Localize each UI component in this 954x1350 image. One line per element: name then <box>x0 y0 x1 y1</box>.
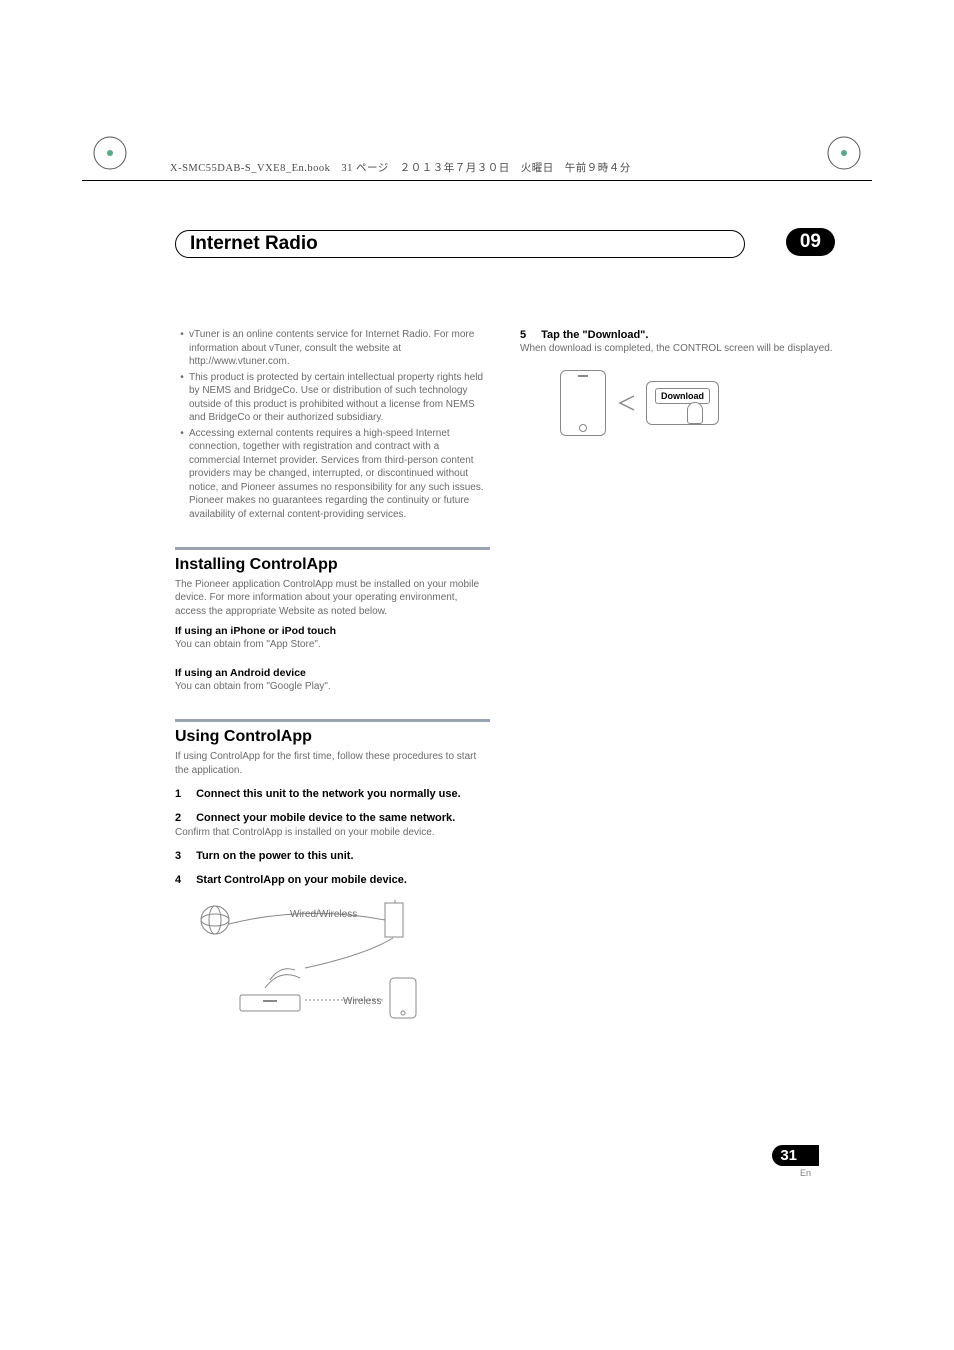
illus-label-wireless: Wireless <box>343 995 381 1009</box>
sub-android-text: You can obtain from "Google Play". <box>175 680 490 694</box>
bullet-icon: • <box>175 371 189 425</box>
phone-icon <box>560 370 606 436</box>
bullet-text: Accessing external contents requires a h… <box>189 427 490 522</box>
bullet-icon: • <box>175 328 189 369</box>
sub-android-title: If using an Android device <box>175 666 490 680</box>
step-5: 5 Tap the "Download". <box>520 328 835 342</box>
sub-iphone-title: If using an iPhone or iPod touch <box>175 624 490 638</box>
step-num: 5 <box>520 328 538 342</box>
step-2-note: Confirm that ControlApp is installed on … <box>175 826 490 840</box>
print-header-rule <box>82 180 872 181</box>
chapter-number: 09 <box>786 228 835 256</box>
step-num: 4 <box>175 873 193 887</box>
arrow-left-icon <box>616 388 636 418</box>
chapter-title: Internet Radio <box>175 230 745 258</box>
bullet-item: • This product is protected by certain i… <box>175 371 490 425</box>
chapter-header: Internet Radio 09 <box>175 230 835 258</box>
step-text: Turn on the power to this unit. <box>196 850 353 862</box>
bullet-item: • Accessing external contents requires a… <box>175 427 490 522</box>
step-text: Tap the "Download". <box>541 329 648 341</box>
download-illustration: Download <box>520 370 835 436</box>
page-content: Internet Radio 09 • vTuner is an online … <box>175 230 835 1020</box>
section-divider <box>175 547 490 550</box>
hand-tap-icon <box>687 402 703 424</box>
registration-mark-icon <box>92 135 128 171</box>
step-5-note: When download is completed, the CONTROL … <box>520 342 835 356</box>
download-panel: Download <box>646 381 719 425</box>
step-text: Connect this unit to the network you nor… <box>196 788 461 800</box>
bullet-icon: • <box>175 427 189 522</box>
step-text: Connect your mobile device to the same n… <box>196 812 455 824</box>
page-language: En <box>772 1168 819 1178</box>
step-1: 1 Connect this unit to the network you n… <box>175 787 490 801</box>
download-button[interactable]: Download <box>655 388 710 404</box>
network-illustration: Wired/Wireless Wireless <box>175 900 490 1020</box>
section-divider <box>175 719 490 722</box>
print-header-text: X-SMC55DAB-S_VXE8_En.book 31 ページ ２０１３年７月… <box>170 160 631 175</box>
step-num: 3 <box>175 849 193 863</box>
step-num: 2 <box>175 811 193 825</box>
heading-using: Using ControlApp <box>175 726 490 748</box>
section1-intro: The Pioneer application ControlApp must … <box>175 578 490 619</box>
bullet-text: This product is protected by certain int… <box>189 371 490 425</box>
step-4: 4 Start ControlApp on your mobile device… <box>175 873 490 887</box>
bullet-item: • vTuner is an online contents service f… <box>175 328 490 369</box>
step-2: 2 Connect your mobile device to the same… <box>175 811 490 825</box>
sub-iphone-text: You can obtain from "App Store". <box>175 638 490 652</box>
bullet-text: vTuner is an online contents service for… <box>189 328 490 369</box>
page-number: 31 <box>772 1145 819 1166</box>
section2-intro: If using ControlApp for the first time, … <box>175 750 490 777</box>
registration-mark-icon <box>826 135 862 171</box>
illus-label-wired: Wired/Wireless <box>290 908 357 922</box>
page-footer: 31 En <box>772 1145 819 1178</box>
step-text: Start ControlApp on your mobile device. <box>196 874 407 886</box>
heading-installing: Installing ControlApp <box>175 554 490 576</box>
right-column: 5 Tap the "Download". When download is c… <box>520 328 835 1020</box>
step-num: 1 <box>175 787 193 801</box>
left-column: • vTuner is an online contents service f… <box>175 328 490 1020</box>
step-3: 3 Turn on the power to this unit. <box>175 849 490 863</box>
